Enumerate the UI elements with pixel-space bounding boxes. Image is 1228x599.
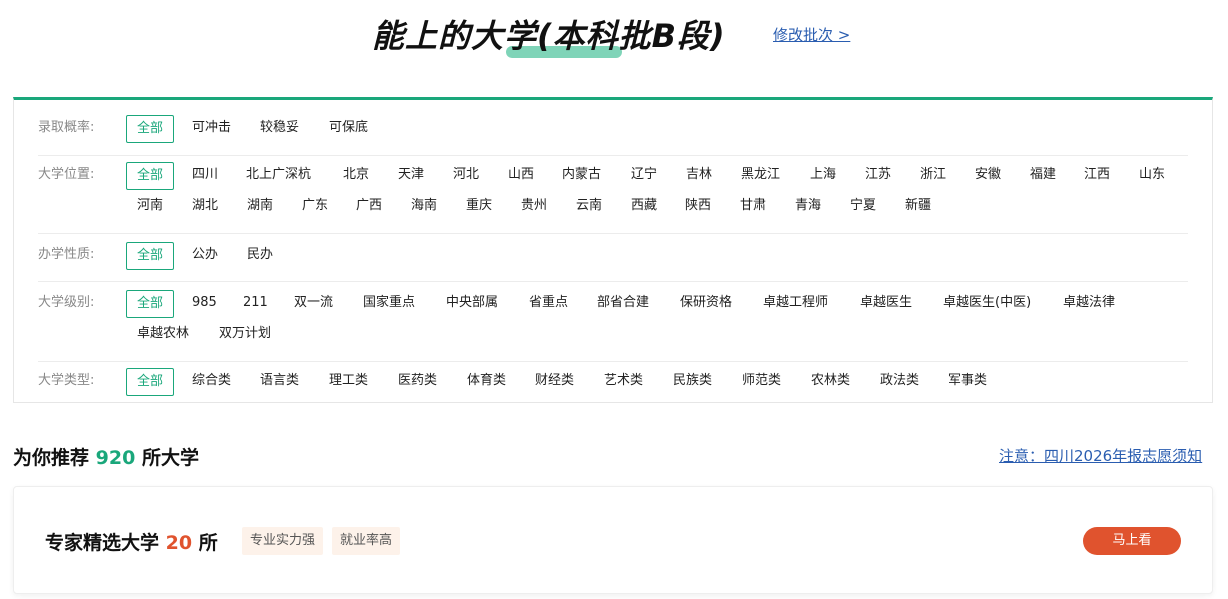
filter-option[interactable]: 重庆: [466, 193, 492, 221]
filter-option[interactable]: 山西: [508, 162, 534, 190]
filter-option[interactable]: 广西: [356, 193, 382, 221]
filter-option[interactable]: 新疆: [905, 193, 931, 221]
filter-option[interactable]: 语言类: [260, 368, 299, 396]
filter-option-all[interactable]: 全部: [126, 290, 175, 318]
filter-row-level: 大学级别: 全部 985 211 双一流 国家重点 中央部属 省重点 部省合建 …: [38, 290, 1188, 362]
expert-prefix: 专家精选大学: [45, 532, 160, 554]
filter-option[interactable]: 云南: [576, 193, 602, 221]
filter-option[interactable]: 贵州: [521, 193, 547, 221]
filter-option[interactable]: 甘肃: [740, 193, 766, 221]
filter-label: 录取概率:: [38, 120, 95, 135]
filter-option[interactable]: 国家重点: [363, 290, 415, 318]
filter-row-type: 大学类型: 全部 综合类 语言类 理工类 医药类 体育类 财经类 艺术类 民族类…: [38, 368, 1188, 404]
view-now-button[interactable]: 马上看: [1083, 527, 1181, 555]
filter-row-location: 大学位置: 全部 四川 北上广深杭 北京 天津 河北 山西 内蒙古 辽宁 吉林 …: [38, 162, 1188, 234]
filter-option[interactable]: 卓越医生: [860, 290, 912, 318]
filter-row-nature: 办学性质: 全部 公办 民办: [38, 242, 1188, 282]
tag-badge: 专业实力强: [242, 527, 324, 555]
filter-option[interactable]: 双一流: [294, 290, 333, 318]
filter-option[interactable]: 宁夏: [850, 193, 876, 221]
filter-option[interactable]: 中央部属: [446, 290, 498, 318]
filter-option[interactable]: 安徽: [975, 162, 1001, 190]
filter-label: 办学性质:: [38, 247, 95, 262]
filter-option-all[interactable]: 全部: [126, 162, 175, 190]
filter-option[interactable]: 部省合建: [597, 290, 649, 318]
page-header: 能上的大学(本科批B段) 修改批次 >: [0, 14, 1228, 64]
filter-option[interactable]: 双万计划: [219, 321, 271, 349]
filter-option[interactable]: 较稳妥: [260, 115, 299, 143]
filter-option[interactable]: 民族类: [673, 368, 712, 396]
change-batch-link[interactable]: 修改批次 >: [773, 24, 850, 45]
filter-option-all[interactable]: 全部: [126, 242, 175, 270]
filter-option[interactable]: 吉林: [686, 162, 712, 190]
page-title: 能上的大学(本科批B段): [372, 17, 726, 55]
filter-option[interactable]: 北上广深杭: [246, 162, 311, 190]
filter-option[interactable]: 河北: [453, 162, 479, 190]
filter-option[interactable]: 江苏: [865, 162, 891, 190]
expert-card-title: 专家精选大学 20 所: [45, 528, 218, 555]
filter-option[interactable]: 公办: [192, 242, 218, 270]
filter-option[interactable]: 陕西: [685, 193, 711, 221]
filter-option[interactable]: 体育类: [467, 368, 506, 396]
filter-row-probability: 录取概率: 全部 可冲击 较稳妥 可保底: [38, 114, 1188, 156]
filter-option[interactable]: 政法类: [880, 368, 919, 396]
filter-option[interactable]: 财经类: [535, 368, 574, 396]
filter-option[interactable]: 海南: [411, 193, 437, 221]
expert-suffix: 所: [198, 532, 218, 554]
filter-option[interactable]: 天津: [398, 162, 424, 190]
recommend-suffix: 所大学: [141, 447, 199, 469]
filter-option[interactable]: 艺术类: [604, 368, 643, 396]
expert-card: 专家精选大学 20 所 专业实力强 就业率高 马上看: [13, 486, 1213, 594]
filter-option[interactable]: 四川: [192, 162, 218, 190]
filter-label: 大学类型:: [38, 373, 95, 388]
filter-option[interactable]: 西藏: [631, 193, 657, 221]
filter-option[interactable]: 保研资格: [680, 290, 732, 318]
filter-option[interactable]: 卓越医生(中医): [943, 290, 1031, 318]
filter-option[interactable]: 江西: [1084, 162, 1110, 190]
filter-label: 大学位置:: [38, 167, 95, 182]
filter-option[interactable]: 北京: [343, 162, 369, 190]
filter-option[interactable]: 内蒙古: [562, 162, 601, 190]
expert-count: 20: [165, 532, 193, 554]
filter-option-all[interactable]: 全部: [126, 368, 175, 396]
filter-option[interactable]: 理工类: [329, 368, 368, 396]
filter-option[interactable]: 青海: [795, 193, 821, 221]
filter-option[interactable]: 浙江: [920, 162, 946, 190]
filter-option-all[interactable]: 全部: [126, 115, 175, 143]
filter-option[interactable]: 农林类: [811, 368, 850, 396]
filter-option[interactable]: 军事类: [948, 368, 987, 396]
filter-option[interactable]: 可冲击: [192, 115, 231, 143]
filter-option[interactable]: 福建: [1030, 162, 1056, 190]
filter-option[interactable]: 211: [243, 290, 268, 318]
filter-option[interactable]: 师范类: [742, 368, 781, 396]
filter-option[interactable]: 湖北: [192, 193, 218, 221]
filter-option[interactable]: 卓越法律: [1063, 290, 1115, 318]
filter-option[interactable]: 山东: [1139, 162, 1165, 190]
notice-link[interactable]: 注意：四川2026年报志愿须知: [999, 445, 1202, 466]
recommend-count: 920: [95, 447, 136, 469]
tag-badge: 就业率高: [332, 527, 401, 555]
filter-option[interactable]: 综合类: [192, 368, 231, 396]
filter-option[interactable]: 广东: [302, 193, 328, 221]
filter-option[interactable]: 黑龙江: [741, 162, 780, 190]
recommend-prefix: 为你推荐: [13, 447, 90, 469]
filter-option[interactable]: 省重点: [529, 290, 568, 318]
filter-option[interactable]: 辽宁: [631, 162, 657, 190]
filter-option[interactable]: 卓越工程师: [763, 290, 828, 318]
filter-option[interactable]: 卓越农林: [137, 321, 189, 349]
filter-label: 大学级别:: [38, 295, 95, 310]
filter-option[interactable]: 可保底: [329, 115, 368, 143]
filter-panel: 录取概率: 全部 可冲击 较稳妥 可保底 大学位置: 全部 四川 北上广深杭 北…: [13, 97, 1213, 403]
filter-option[interactable]: 湖南: [247, 193, 273, 221]
filter-option[interactable]: 985: [192, 290, 217, 318]
filter-option[interactable]: 民办: [247, 242, 273, 270]
filter-option[interactable]: 医药类: [398, 368, 437, 396]
recommend-heading: 为你推荐 920 所大学: [13, 443, 199, 470]
filter-option[interactable]: 上海: [810, 162, 836, 190]
filter-option[interactable]: 河南: [137, 193, 163, 221]
